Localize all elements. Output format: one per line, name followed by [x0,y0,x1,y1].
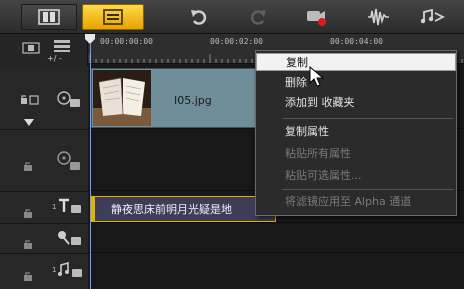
ripple-lock-icon [21,95,39,105]
auto-music-icon [420,8,446,24]
film-reel-icon [57,91,80,107]
film-strip-icon [38,9,60,25]
audio-waveform-icon [368,8,389,26]
video-clip[interactable]: I05.jpg [91,68,266,128]
voice-track-visibility[interactable] [56,230,82,250]
track-header-column: +/ - 1 1 [0,34,88,289]
redo-icon [250,10,266,25]
ripple-edit-toggle[interactable] [20,91,40,110]
voice-lock-toggle[interactable] [24,234,32,253]
menu-item-add-to-favorites[interactable]: 添加到 收藏夹 [256,94,456,112]
auto-music-button[interactable] [418,4,448,30]
music-track-visibility[interactable] [57,261,83,282]
playhead-line[interactable] [90,44,91,289]
audio-mixer-button[interactable] [363,4,393,30]
list-icon [54,40,70,52]
record-capture-button[interactable] [302,4,332,30]
music-track-number: 1 [52,266,57,274]
ruler-label: 00:00:00:00 [100,37,153,46]
storyboard-view-button[interactable] [21,4,77,30]
title-t-icon [59,198,81,213]
video-track-header [0,66,88,130]
redo-button[interactable] [243,4,273,30]
lock-icon [24,209,32,218]
collapse-track-toggle[interactable] [24,112,34,131]
menu-item-apply-filter-alpha[interactable]: 将滤镜应用至 Alpha 通道 [256,193,456,211]
video-track-visibility[interactable] [56,91,82,113]
title-track-visibility[interactable] [58,198,82,218]
menu-item-copy[interactable]: 复制 [256,53,456,71]
timeline-icon [103,9,123,25]
overlay-lock-toggle[interactable] [24,156,32,175]
lock-icon [24,240,32,249]
title-track-header: 1 [0,192,88,224]
title-lock-toggle[interactable] [24,203,32,222]
music-track-header: 1 [0,254,88,289]
undo-icon [191,10,207,25]
music-lock-toggle[interactable] [24,266,32,285]
menu-item-copy-attributes[interactable]: 复制属性 [256,123,456,141]
microphone-icon [58,231,81,245]
menu-item-delete[interactable]: 删除 [256,74,456,92]
triangle-down-icon [24,119,34,126]
title-clip-text: 静夜思床前明月光疑是地 [111,203,232,216]
music-track-lane[interactable] [89,253,464,289]
film-reel-icon [57,151,80,170]
title-track-number: 1 [52,203,57,211]
lock-icon [24,162,32,171]
menu-separator [282,118,454,119]
video-clip-filename: I05.jpg [174,94,212,107]
undo-button[interactable] [184,4,214,30]
title-clip[interactable]: 静夜思床前明月光疑是地 [91,196,276,222]
timeline-toolbar [0,0,464,34]
mouse-cursor-icon [309,66,325,87]
menu-item-paste-all-attributes[interactable]: 粘贴所有属性 [256,145,456,163]
lock-icon [24,272,32,281]
voice-track-header [0,224,88,254]
clip-thumbnail [93,70,151,126]
zoom-controls[interactable]: +/ - [47,54,62,63]
ruler-label: 00:00:04:00 [330,37,383,46]
ruler-label: 00:00:02:00 [210,37,263,46]
menu-item-paste-selectable-attributes[interactable]: 粘贴可选属性... [256,167,456,185]
overlay-track-header [0,130,88,192]
timeline-view-button[interactable] [82,4,144,30]
voice-track-lane[interactable] [89,223,464,253]
show-all-tracks-button[interactable] [22,39,40,58]
playhead-marker-icon[interactable] [85,34,95,44]
menu-separator [282,189,454,190]
film-track-icon [22,42,40,54]
context-menu: 复制 删除 添加到 收藏夹 复制属性 粘贴所有属性 粘贴可选属性... 将滤镜应… [255,50,457,216]
overlay-track-visibility[interactable] [56,150,82,176]
music-note-icon [58,261,82,277]
book-image-thumbnail [93,70,151,126]
record-capture-icon [307,11,326,26]
